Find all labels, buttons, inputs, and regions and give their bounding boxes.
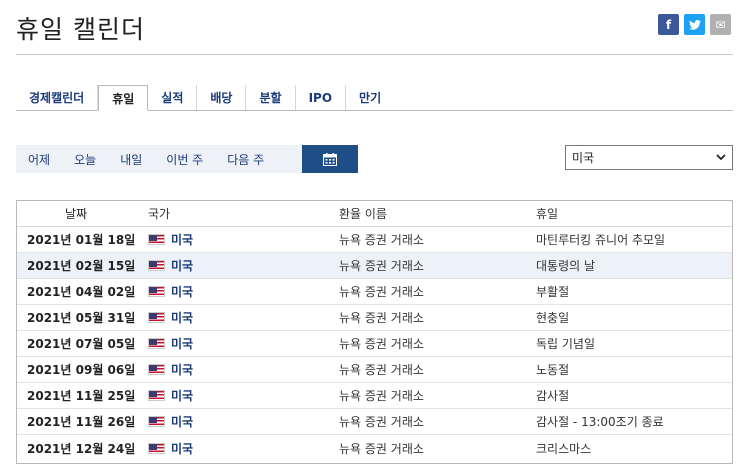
country-link[interactable]: 미국	[171, 335, 193, 352]
tab-holidays[interactable]: 휴일	[98, 85, 149, 111]
table-row: 2021년 02월 15일 미국 뉴욕 증권 거래소 대통령의 날	[17, 253, 732, 279]
row-country: 미국	[148, 257, 339, 274]
holiday-table: 날짜 국가 환율 이름 휴일 2021년 01월 18일 미국 뉴욕 증권 거래소 마…	[16, 200, 733, 464]
row-country: 미국	[148, 387, 339, 404]
calendar-tabs: 경제캘린더 휴일 실적 배당 분할 IPO 만기	[16, 85, 733, 111]
table-row: 2021년 04월 02일 미국 뉴욕 증권 거래소 부활절	[17, 279, 732, 305]
tomorrow-button[interactable]: 내일	[108, 145, 154, 173]
row-exchange: 뉴욕 증권 거래소	[339, 363, 424, 377]
title-divider	[16, 54, 733, 55]
row-date: 2021년 04월 02일	[27, 285, 136, 299]
us-flag-icon	[148, 416, 165, 427]
row-exchange: 뉴욕 증권 거래소	[339, 259, 424, 273]
chevron-down-icon	[716, 154, 726, 161]
row-exchange: 뉴욕 증권 거래소	[339, 389, 424, 403]
row-date: 2021년 01월 18일	[27, 233, 136, 247]
row-holiday: 크리스마스	[536, 441, 592, 456]
twitter-icon[interactable]	[684, 14, 705, 35]
row-holiday: 대통령의 날	[536, 259, 596, 273]
row-exchange: 뉴욕 증권 거래소	[339, 233, 424, 247]
row-country: 미국	[148, 231, 339, 248]
row-holiday: 독립 기념일	[536, 337, 596, 351]
row-country: 미국	[148, 413, 339, 430]
tab-dividends[interactable]: 배당	[197, 85, 247, 110]
country-link[interactable]: 미국	[171, 309, 193, 326]
row-date: 2021년 12월 24일	[27, 441, 136, 456]
row-country: 미국	[148, 309, 339, 326]
yesterday-button[interactable]: 어제	[16, 145, 62, 173]
social-share-bar: f ✉	[658, 14, 731, 35]
table-header: 날짜 국가 환율 이름 휴일	[17, 201, 732, 227]
row-holiday: 부활절	[536, 285, 570, 299]
row-country: 미국	[148, 440, 339, 457]
us-flag-icon	[148, 442, 165, 454]
us-flag-icon	[148, 260, 165, 271]
table-row: 2021년 11월 26일 미국 뉴욕 증권 거래소 감사절 - 13:00조기 종료	[17, 409, 732, 435]
facebook-icon[interactable]: f	[658, 14, 679, 35]
country-select-value: 미국	[572, 151, 595, 165]
country-link[interactable]: 미국	[171, 387, 193, 404]
country-link[interactable]: 미국	[171, 440, 193, 457]
calendar-button[interactable]	[302, 145, 358, 173]
row-country: 미국	[148, 361, 339, 378]
us-flag-icon	[148, 286, 165, 297]
table-row: 2021년 01월 18일 미국 뉴욕 증권 거래소 마틴루터킹 쥬니어 추모일	[17, 227, 732, 253]
calendar-icon	[323, 152, 337, 166]
tab-earnings[interactable]: 실적	[148, 85, 198, 110]
tab-splits[interactable]: 분할	[246, 85, 296, 110]
row-holiday: 현충일	[536, 311, 570, 325]
today-button[interactable]: 오늘	[62, 145, 108, 173]
row-date: 2021년 09월 06일	[27, 363, 136, 377]
row-country: 미국	[148, 283, 339, 300]
country-select[interactable]: 미국	[565, 145, 733, 170]
country-link[interactable]: 미국	[171, 257, 193, 274]
header-date: 날짜	[65, 207, 88, 221]
row-holiday: 노동절	[536, 363, 570, 377]
row-holiday: 감사절 - 13:00조기 종료	[536, 415, 664, 429]
row-country: 미국	[148, 335, 339, 352]
us-flag-icon	[148, 364, 165, 375]
tab-expiration[interactable]: 만기	[346, 85, 394, 110]
table-row: 2021년 07월 05일 미국 뉴욕 증권 거래소 독립 기념일	[17, 331, 732, 357]
table-row: 2021년 11월 25일 미국 뉴욕 증권 거래소 감사절	[17, 383, 732, 409]
table-row: 2021년 12월 24일 미국 뉴욕 증권 거래소 크리스마스	[17, 435, 732, 461]
row-exchange: 뉴욕 증권 거래소	[339, 311, 424, 325]
this-week-button[interactable]: 이번 주	[154, 145, 215, 173]
row-holiday: 마틴루터킹 쥬니어 추모일	[536, 233, 666, 247]
tab-economic-calendar[interactable]: 경제캘린더	[16, 85, 99, 110]
row-exchange: 뉴욕 증권 거래소	[339, 441, 424, 456]
next-week-button[interactable]: 다음 주	[215, 145, 276, 173]
date-filter-bar: 어제 오늘 내일 이번 주 다음 주	[16, 145, 358, 173]
row-date: 2021년 11월 25일	[27, 389, 136, 403]
us-flag-icon	[148, 390, 165, 401]
row-holiday: 감사절	[536, 389, 570, 403]
table-row: 2021년 09월 06일 미국 뉴욕 증권 거래소 노동절	[17, 357, 732, 383]
row-exchange: 뉴욕 증권 거래소	[339, 337, 424, 351]
us-flag-icon	[148, 338, 165, 349]
header-exchange: 환율 이름	[339, 207, 387, 221]
header-country: 국가	[148, 207, 171, 221]
row-date: 2021년 02월 15일	[27, 259, 136, 273]
country-link[interactable]: 미국	[171, 413, 193, 430]
header-holiday: 휴일	[536, 207, 559, 221]
row-date: 2021년 05월 31일	[27, 311, 136, 325]
row-date: 2021년 07월 05일	[27, 337, 136, 351]
row-exchange: 뉴욕 증권 거래소	[339, 415, 424, 429]
row-date: 2021년 11월 26일	[27, 415, 136, 429]
page-title: 휴일 캘린더	[16, 15, 145, 44]
country-link[interactable]: 미국	[171, 231, 193, 248]
tab-ipo[interactable]: IPO	[296, 85, 347, 110]
us-flag-icon	[148, 312, 165, 323]
row-exchange: 뉴욕 증권 거래소	[339, 285, 424, 299]
country-link[interactable]: 미국	[171, 361, 193, 378]
table-row: 2021년 05월 31일 미국 뉴욕 증권 거래소 현충일	[17, 305, 732, 331]
mail-icon[interactable]: ✉	[710, 14, 731, 35]
country-link[interactable]: 미국	[171, 283, 193, 300]
us-flag-icon	[148, 234, 165, 245]
